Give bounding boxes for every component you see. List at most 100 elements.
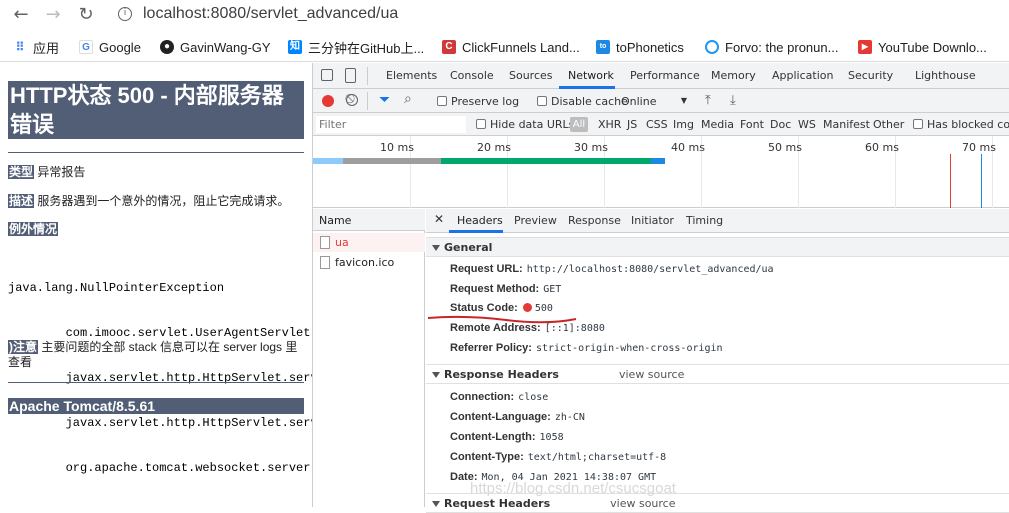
tab-performance[interactable]: Performance — [630, 69, 700, 82]
bookmark-github[interactable]: ● GavinWang-GY — [160, 38, 271, 56]
bookmark-forvo[interactable]: Forvo: the pronun... — [705, 38, 838, 56]
tab-elements[interactable]: Elements — [386, 69, 437, 82]
clear-icon[interactable]: ⃠ — [346, 94, 358, 106]
error-page: HTTP状态 500 - 内部服务器 错误 类型 异常报告 描述 服务器遇到一个… — [0, 63, 312, 507]
header-key: Request URL: — [450, 263, 523, 275]
general-section-header[interactable]: General — [426, 237, 1009, 257]
description-row: 描述 服务器遇到一个意外的情况，阻止它完成请求。 — [8, 194, 308, 209]
bookmark-youtube[interactable]: ▶ YouTube Downlo... — [858, 38, 987, 56]
load-event-marker — [950, 154, 951, 208]
tab-timing[interactable]: Timing — [686, 214, 723, 227]
filter-media[interactable]: Media — [701, 118, 734, 131]
filter-doc[interactable]: Doc — [770, 118, 791, 131]
chevron-down-icon: ▼ — [680, 96, 687, 105]
content-language-row: Content-Language: zh-CN — [450, 410, 585, 425]
clickfunnels-icon: C — [442, 40, 456, 54]
tab-security[interactable]: Security — [848, 69, 893, 82]
note-row: )注意 主要问题的全部 stack 信息可以在 server logs 里 查看 — [8, 340, 308, 370]
content-type-row: Content-Type: text/html;charset=utf-8 — [450, 450, 666, 465]
bookmark-google[interactable]: G Google — [79, 38, 141, 56]
devtools-tab-bar: Elements Console Sources Network Perform… — [313, 63, 1009, 89]
filter-other[interactable]: Other — [873, 118, 904, 131]
tab-network[interactable]: Network — [568, 69, 614, 82]
hide-data-urls-checkbox[interactable]: Hide data URLs — [476, 118, 574, 131]
address-bar[interactable]: localhost:8080/servlet_advanced/ua — [143, 5, 398, 23]
bookmark-label: GavinWang-GY — [180, 39, 271, 55]
request-method-row: Request Method: GET — [450, 282, 561, 297]
request-name: ua — [335, 236, 349, 249]
inspect-element-icon[interactable] — [321, 69, 333, 81]
preserve-log-checkbox[interactable]: Preserve log — [437, 95, 519, 108]
reload-icon[interactable]: ↻ — [75, 4, 97, 26]
filter-manifest[interactable]: Manifest — [823, 118, 870, 131]
bookmark-clickfunnels[interactable]: C ClickFunnels Land... — [442, 38, 580, 56]
tab-preview[interactable]: Preview — [514, 214, 557, 227]
record-icon[interactable] — [322, 95, 334, 107]
view-source-link[interactable]: view source — [610, 497, 675, 510]
tab-memory[interactable]: Memory — [711, 69, 756, 82]
filter-input[interactable] — [316, 116, 466, 133]
search-icon[interactable]: ⌕ — [404, 91, 412, 107]
stack-line: javax.servlet.http.HttpServlet.servi — [8, 416, 312, 430]
bookmark-tophonetics[interactable]: to toPhonetics — [596, 38, 684, 56]
filter-all-button[interactable]: All — [570, 117, 588, 132]
disable-cache-checkbox[interactable]: Disable cache — [537, 95, 628, 108]
filter-img[interactable]: Img — [673, 118, 694, 131]
network-timeline[interactable]: 10 ms 20 ms 30 ms 40 ms 50 ms 60 ms 70 m… — [313, 136, 1009, 208]
document-icon — [320, 256, 330, 269]
back-arrow-icon[interactable]: ← — [10, 4, 32, 26]
download-icon[interactable]: ⤓ — [730, 93, 736, 108]
tab-console[interactable]: Console — [450, 69, 494, 82]
throttling-value: Online — [621, 95, 657, 108]
bookmark-apps[interactable]: ⠿ 应用 — [13, 38, 59, 56]
filter-ws[interactable]: WS — [798, 118, 816, 131]
request-row-favicon[interactable]: favicon.ico — [313, 253, 425, 272]
exception-label: 例外情况 — [8, 222, 59, 236]
filter-font[interactable]: Font — [740, 118, 764, 131]
close-icon[interactable]: ✕ — [434, 212, 444, 226]
bookmark-zhihu[interactable]: 知 三分钟在GitHub上... — [288, 38, 424, 56]
header-key: Content-Length: — [450, 431, 536, 443]
header-key: Referrer Policy: — [450, 342, 532, 354]
content-length-row: Content-Length: 1058 — [450, 430, 564, 445]
request-row-ua[interactable]: ua — [313, 233, 425, 252]
upload-icon[interactable]: ⤒ — [705, 93, 711, 108]
info-icon[interactable]: i — [118, 7, 132, 21]
tab-headers[interactable]: Headers — [457, 214, 503, 227]
github-icon: ● — [160, 40, 174, 54]
header-value: GET — [543, 284, 562, 295]
timeline-tick: 70 ms — [962, 141, 996, 154]
referrer-policy-row: Referrer Policy: strict-origin-when-cross… — [450, 341, 723, 356]
note-value: 主要问题的全部 stack 信息可以在 server logs 里 — [41, 340, 298, 354]
header-key: Request Method: — [450, 283, 540, 295]
disable-cache-label: Disable cache — [551, 95, 628, 108]
blocked-cookies-checkbox[interactable]: Has blocked cookies — [913, 118, 1009, 131]
tab-initiator[interactable]: Initiator — [631, 214, 674, 227]
name-column-header[interactable]: Name — [313, 209, 425, 231]
response-headers-section-header[interactable]: Response Headers view source — [426, 364, 1009, 384]
header-value: strict-origin-when-cross-origin — [535, 343, 723, 354]
throttling-select[interactable]: Online ▼ — [621, 95, 687, 108]
bookmark-label: YouTube Downlo... — [878, 39, 987, 55]
filter-js[interactable]: JS — [627, 118, 637, 131]
filter-funnel-icon[interactable]: ⏷ — [379, 92, 390, 108]
forward-arrow-icon[interactable]: → — [42, 4, 64, 26]
caret-down-icon — [432, 245, 440, 251]
header-value: text/html;charset=utf-8 — [527, 452, 667, 463]
details-tab-bar: ✕ Headers Preview Response Initiator Tim… — [426, 209, 1009, 233]
tab-response[interactable]: Response — [568, 214, 621, 227]
bookmark-label: Forvo: the pronun... — [725, 39, 839, 55]
tab-sources[interactable]: Sources — [509, 69, 553, 82]
tab-lighthouse[interactable]: Lighthouse — [915, 69, 976, 82]
view-source-link[interactable]: view source — [619, 368, 684, 381]
apps-grid-icon: ⠿ — [15, 40, 25, 54]
device-toolbar-icon[interactable] — [345, 68, 356, 83]
filter-xhr[interactable]: XHR — [598, 118, 621, 131]
header-value: [::1]:8080 — [544, 323, 605, 334]
connection-row: Connection: close — [450, 390, 548, 405]
timeline-request-bar-stall — [343, 158, 441, 164]
filter-css[interactable]: CSS — [646, 118, 668, 131]
request-url-row: Request URL: http://localhost:8080/servle… — [450, 262, 774, 277]
request-name: favicon.ico — [335, 256, 395, 269]
tab-application[interactable]: Application — [772, 69, 833, 82]
